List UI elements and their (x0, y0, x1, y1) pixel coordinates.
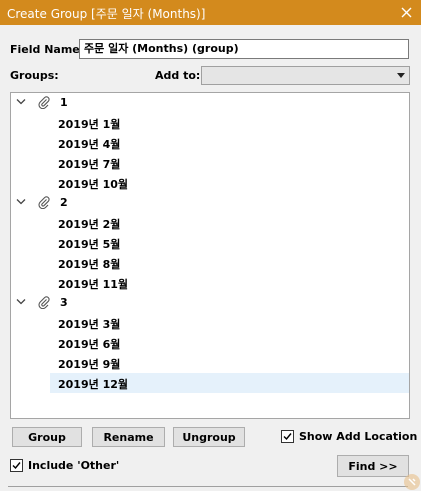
member-label: 2019년 6월 (58, 338, 121, 351)
field-name-label: Field Name: (10, 43, 85, 56)
ungroup-button[interactable]: Ungroup (173, 427, 245, 447)
resize-grip-icon[interactable] (399, 469, 421, 491)
include-other-checkbox[interactable] (10, 459, 23, 472)
member-label: 2019년 12월 (58, 378, 128, 391)
create-group-dialog: Create Group [주문 일자 (Months)] Field Name… (0, 0, 421, 491)
member-row[interactable]: 2019년 12월 (11, 373, 409, 393)
add-to-label: Add to: (155, 69, 201, 82)
group-row[interactable]: 2 (11, 193, 409, 213)
field-name-input[interactable]: 주문 일자 (Months) (group) (79, 39, 409, 59)
member-row[interactable]: 2019년 5월 (11, 233, 409, 253)
paperclip-icon (38, 296, 50, 309)
member-label: 2019년 1월 (58, 118, 121, 131)
paperclip-icon (38, 196, 50, 209)
member-row[interactable]: 2019년 9월 (11, 353, 409, 373)
member-row[interactable]: 2019년 1월 (11, 113, 409, 133)
member-row[interactable]: 2019년 2월 (11, 213, 409, 233)
divider (8, 486, 408, 487)
member-label: 2019년 2월 (58, 218, 121, 231)
title-bar: Create Group [주문 일자 (Months)] (0, 0, 421, 25)
group-label: 2 (60, 196, 68, 209)
member-label: 2019년 4월 (58, 138, 121, 151)
show-add-location-label: Show Add Location (299, 430, 418, 443)
chevron-down-icon[interactable] (16, 198, 26, 206)
chevron-down-icon (397, 73, 405, 78)
window-title: Create Group [주문 일자 (Months)] (7, 7, 206, 21)
group-row[interactable]: 1 (11, 93, 409, 113)
paperclip-icon (38, 96, 50, 109)
show-add-location-checkbox[interactable] (281, 430, 294, 443)
rename-button[interactable]: Rename (92, 427, 165, 447)
member-row[interactable]: 2019년 10월 (11, 173, 409, 193)
member-row[interactable]: 2019년 3월 (11, 313, 409, 333)
group-row[interactable]: 3 (11, 293, 409, 313)
groups-label: Groups: (10, 69, 59, 82)
member-label: 2019년 8월 (58, 258, 121, 271)
groups-tree[interactable]: 1 2019년 1월 2019년 4월 2019년 7월 2019년 10월 2 2019년… (10, 92, 410, 419)
close-icon (401, 7, 411, 18)
member-row[interactable]: 2019년 6월 (11, 333, 409, 353)
group-button[interactable]: Group (12, 427, 82, 447)
member-label: 2019년 11월 (58, 278, 128, 291)
member-label: 2019년 9월 (58, 358, 121, 371)
member-label: 2019년 7월 (58, 158, 121, 171)
member-label: 2019년 10월 (58, 178, 128, 191)
add-to-dropdown[interactable] (201, 66, 410, 85)
member-row[interactable]: 2019년 11월 (11, 273, 409, 293)
member-row[interactable]: 2019년 4월 (11, 133, 409, 153)
member-label: 2019년 3월 (58, 318, 121, 331)
group-label: 1 (60, 96, 68, 109)
checkmark-icon (283, 433, 292, 441)
checkmark-icon (12, 462, 21, 470)
member-label: 2019년 5월 (58, 238, 121, 251)
include-other-label: Include 'Other' (28, 459, 120, 472)
member-row[interactable]: 2019년 8월 (11, 253, 409, 273)
close-button[interactable] (391, 0, 421, 25)
chevron-down-icon[interactable] (16, 298, 26, 306)
member-row[interactable]: 2019년 7월 (11, 153, 409, 173)
chevron-down-icon[interactable] (16, 98, 26, 106)
group-label: 3 (60, 296, 68, 309)
